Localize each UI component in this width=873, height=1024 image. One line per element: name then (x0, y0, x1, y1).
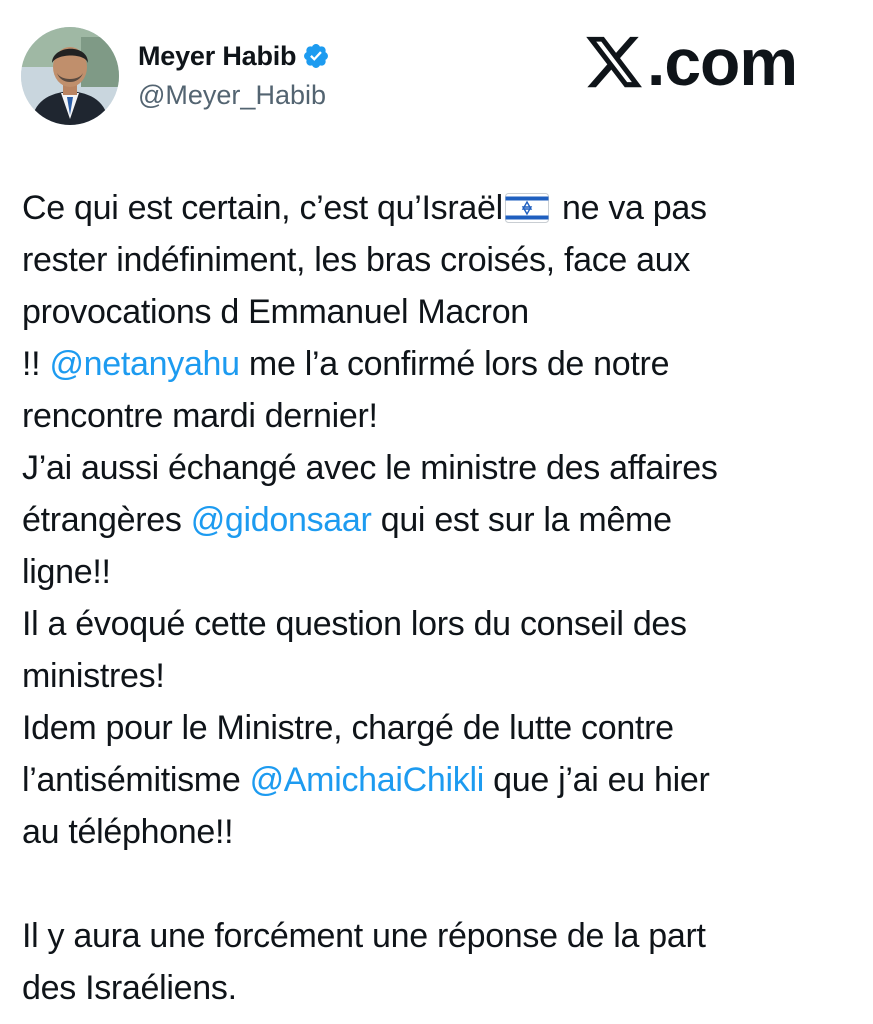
tweet-header: Meyer Habib @Meyer_Habib .com (0, 0, 873, 140)
tweet-text-segment: étrangères (22, 501, 191, 539)
mention-netanyahu[interactable]: @netanyahu (49, 345, 240, 383)
tweet-line: ligne!! (22, 553, 111, 591)
tweet-line: rencontre mardi dernier! (22, 397, 378, 435)
tweet-line: des Israéliens. (22, 969, 237, 1007)
tweet-text: Ce qui est certain, c’est qu’Israël ne v… (22, 182, 862, 1014)
tweet-line: au téléphone!! (22, 813, 234, 851)
author-display-name[interactable]: Meyer Habib (138, 41, 297, 72)
x-logo-icon (583, 31, 645, 93)
author-name-row[interactable]: Meyer Habib (138, 38, 330, 74)
brand-watermark: .com (583, 22, 798, 102)
brand-domain-text: .com (647, 25, 798, 99)
tweet-line: J’ai aussi échangé avec le ministre des … (22, 449, 718, 487)
author-handle[interactable]: @Meyer_Habib (138, 80, 326, 111)
tweet-line: Idem pour le Ministre, chargé de lutte c… (22, 709, 674, 747)
mention-gidonsaar[interactable]: @gidonsaar (191, 501, 372, 539)
profile-photo (21, 27, 119, 125)
tweet-text-segment: que j’ai eu hier (483, 761, 710, 799)
tweet-line: rester indéfiniment, les bras croisés, f… (22, 241, 691, 279)
tweet-line: provocations d Emmanuel Macron (22, 293, 529, 331)
tweet-line: Il y aura une forcément une réponse de l… (22, 917, 706, 955)
tweet-text-segment: !! (22, 345, 50, 383)
israel-flag-emoji (504, 186, 549, 223)
verified-badge-icon (302, 42, 330, 70)
tweet-text-segment: me l’a confirmé lors de notre (239, 345, 670, 383)
tweet-text-segment: ne va pas (552, 189, 707, 227)
tweet-text-segment: Ce qui est certain, c’est qu’Israël (22, 189, 503, 227)
tweet-line: Ce qui est certain, c’est qu’Israël ne v… (22, 182, 862, 234)
tweet-text-segment: l’antisémitisme (22, 761, 250, 799)
tweet-line: étrangères @gidonsaar qui est sur la mêm… (22, 494, 862, 546)
mention-amichaichikli[interactable]: @AmichaiChikli (250, 761, 485, 799)
tweet-line: l’antisémitisme @AmichaiChikli que j’ai … (22, 754, 862, 806)
tweet-line: ministres! (22, 657, 165, 695)
tweet-text-segment: qui est sur la même (371, 501, 672, 539)
tweet-line: Il a évoqué cette question lors du conse… (22, 605, 687, 643)
tweet-line: !! @netanyahu me l’a confirmé lors de no… (22, 338, 862, 390)
author-avatar[interactable] (21, 27, 119, 125)
